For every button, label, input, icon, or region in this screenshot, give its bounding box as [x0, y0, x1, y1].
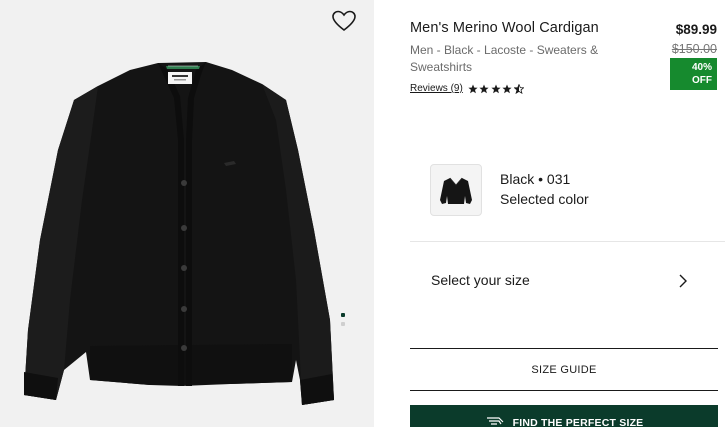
- star-icon: [491, 84, 501, 93]
- size-guide-button[interactable]: SIZE GUIDE: [410, 349, 718, 390]
- divider: [410, 241, 725, 242]
- discount-percent: 40%: [691, 62, 712, 73]
- star-icon: [479, 84, 489, 93]
- discount-badge: 40% OFF: [670, 58, 717, 90]
- heart-outline-icon[interactable]: [331, 9, 357, 33]
- size-selector-label: Select your size: [431, 272, 530, 288]
- discount-off-label: OFF: [692, 75, 712, 86]
- pagination-dot-active[interactable]: [341, 313, 345, 317]
- chevron-right-icon: [679, 274, 687, 288]
- reviews-link[interactable]: Reviews (9): [410, 83, 463, 94]
- product-category-breadcrumb: Men - Black - Lacoste - Sweaters & Sweat…: [410, 43, 599, 74]
- color-swatch-thumbnail: [440, 177, 472, 204]
- image-pagination: [341, 313, 347, 331]
- size-selector[interactable]: Select your size: [410, 252, 690, 308]
- rating-stars: [468, 83, 526, 94]
- product-image[interactable]: [0, 0, 374, 427]
- selected-color-name: Black • 031: [500, 171, 571, 187]
- star-icon: [468, 84, 478, 93]
- find-perfect-size-button[interactable]: FIND THE PERFECT SIZE: [410, 405, 718, 427]
- product-title: Men's Merino Wool Cardigan: [410, 20, 599, 36]
- star-icon: [502, 84, 512, 93]
- reviews-summary: Reviews (9): [410, 83, 525, 94]
- measuring-tape-icon: [486, 417, 504, 425]
- pagination-dot[interactable]: [341, 322, 345, 326]
- product-details-panel: Men's Merino Wool Cardigan Men - Black -…: [374, 0, 725, 427]
- sale-price: $89.99: [675, 22, 717, 37]
- product-gallery: [0, 0, 374, 427]
- half-star-icon: [513, 83, 524, 94]
- original-price: $150.00: [671, 42, 717, 56]
- selected-color-label: Selected color: [500, 191, 589, 207]
- divider: [410, 390, 718, 391]
- find-perfect-size-label: FIND THE PERFECT SIZE: [512, 417, 644, 427]
- color-swatch[interactable]: [430, 164, 482, 216]
